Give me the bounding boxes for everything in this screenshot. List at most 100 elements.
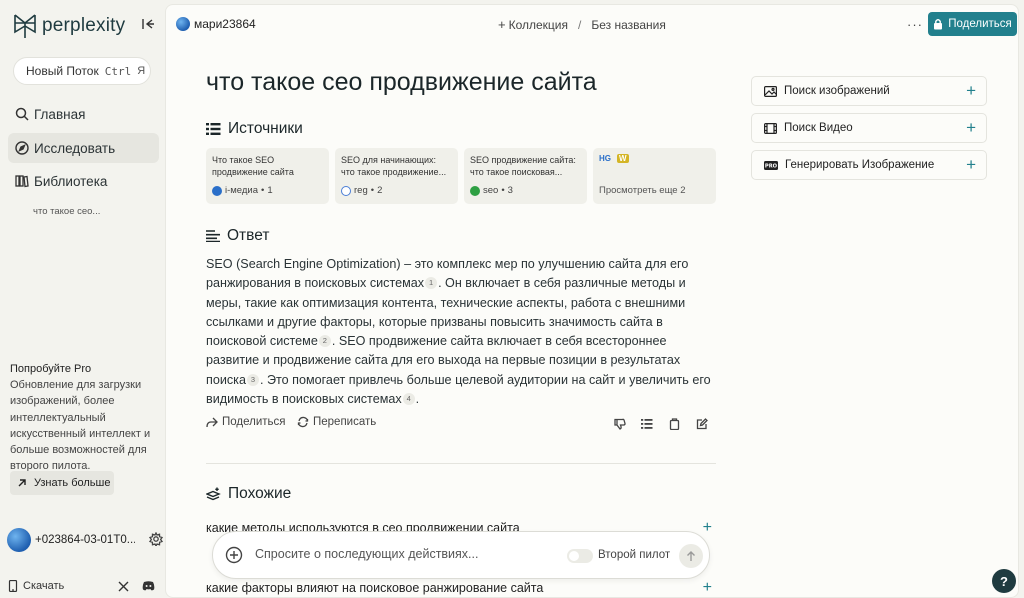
- sidebar-item-discover[interactable]: Исследовать: [8, 133, 159, 163]
- sidebar: perplexity Новый Поток Ctrl Я Главная Ис…: [0, 0, 165, 598]
- question-title: что такое сео продвижение сайта: [206, 68, 597, 96]
- share-answer-button[interactable]: Поделиться: [206, 416, 286, 428]
- brand-name: perplexity: [42, 15, 126, 36]
- view-more-sources-card[interactable]: HG W Просмотреть еще 2: [593, 148, 716, 204]
- arrow-up-right-icon: [18, 479, 26, 487]
- answer-segment: .: [415, 392, 420, 407]
- help-button[interactable]: ?: [992, 569, 1016, 593]
- library-thread-item[interactable]: что такое сео...: [33, 206, 100, 217]
- search-video-card[interactable]: Поиск Видео +: [751, 113, 987, 143]
- more-options-icon[interactable]: ···: [907, 17, 923, 32]
- source-title: SEO для начинающих: что такое продвижени…: [341, 155, 447, 177]
- logo[interactable]: perplexity: [12, 12, 125, 40]
- search-icon: [15, 107, 29, 121]
- source-site: reg: [354, 185, 368, 196]
- plus-icon: +: [966, 118, 976, 137]
- source-number: 3: [507, 185, 513, 196]
- share-answer-label: Поделиться: [222, 416, 286, 428]
- generate-image-label: Генерировать Изображение: [785, 159, 935, 171]
- attach-plus-icon[interactable]: [225, 546, 243, 564]
- citation-badge[interactable]: 3: [246, 373, 259, 386]
- user-account[interactable]: +023864-03-01T0...: [7, 528, 163, 552]
- related-heading-label: Похожие: [228, 485, 292, 502]
- favicon-icon: HG: [599, 154, 611, 163]
- gear-icon[interactable]: [149, 532, 163, 546]
- favicon-icon: [341, 185, 351, 196]
- source-meta: reg • 2: [341, 185, 382, 196]
- sidebar-item-label: Исследовать: [34, 140, 116, 156]
- answer-heading: Ответ: [206, 227, 269, 245]
- plus-icon: +: [498, 17, 506, 32]
- citation-badge[interactable]: 4: [402, 393, 415, 406]
- favicon-icon: [212, 185, 222, 196]
- source-card[interactable]: SEO для начинающих: что такое продвижени…: [335, 148, 458, 204]
- svg-text:PRO: PRO: [765, 163, 778, 169]
- followup-input[interactable]: [255, 547, 545, 561]
- copy-icon[interactable]: [669, 418, 680, 430]
- sources-list: Что такое SEO продвижение сайта i-медиа …: [206, 148, 716, 204]
- rewrite-button[interactable]: Переписать: [297, 416, 376, 428]
- sources-heading-label: Источники: [228, 120, 303, 137]
- x-twitter-icon[interactable]: [118, 581, 129, 592]
- answer-text: SEO (Search Engine Optimization) – это к…: [206, 255, 716, 409]
- source-site: seo: [483, 185, 499, 196]
- source-meta: seo • 3: [470, 185, 513, 196]
- thumbs-down-icon[interactable]: [614, 418, 626, 430]
- shortcut-key-ya: Я: [137, 65, 146, 77]
- source-card[interactable]: Что такое SEO продвижение сайта i-медиа …: [206, 148, 329, 204]
- learn-more-button[interactable]: Узнать больше: [10, 471, 114, 495]
- thread-name[interactable]: Без названия: [591, 18, 666, 32]
- plus-icon: +: [966, 81, 976, 100]
- share-arrow-icon: [206, 417, 218, 427]
- section-divider: [206, 463, 716, 464]
- arrow-up-icon: [687, 550, 695, 561]
- discord-icon[interactable]: [142, 581, 155, 591]
- citation-badge[interactable]: 1: [425, 277, 438, 290]
- favicon-icon: [470, 185, 480, 196]
- copilot-label: Второй пилот: [598, 549, 671, 561]
- send-button[interactable]: [679, 544, 703, 568]
- answer-segment: . Это помогает привлечь больше целевой а…: [206, 372, 711, 407]
- answer-actions: Поделиться Переписать: [206, 416, 716, 434]
- plus-icon: +: [702, 579, 712, 596]
- plus-icon: +: [702, 519, 712, 536]
- related-heading: Похожие: [206, 485, 291, 503]
- search-video-label: Поиск Видео: [784, 122, 853, 134]
- sidebar-footer: Скачать: [8, 578, 158, 594]
- perplexity-logo-icon: [14, 14, 36, 38]
- video-icon: [764, 122, 777, 134]
- generate-image-card[interactable]: PRO Генерировать Изображение +: [751, 150, 987, 180]
- followup-box: Второй пилот: [212, 531, 710, 579]
- search-images-label: Поиск изображений: [784, 85, 890, 97]
- sidebar-item-label: Главная: [34, 106, 86, 122]
- source-number: 1: [267, 185, 273, 196]
- answer-lines-icon: [206, 230, 220, 242]
- search-images-card[interactable]: Поиск изображений +: [751, 76, 987, 106]
- dot-separator: •: [370, 185, 375, 196]
- related-question[interactable]: какие факторы влияют на поисковое ранжир…: [206, 579, 716, 596]
- share-button[interactable]: Поделиться: [928, 12, 1017, 36]
- collapse-sidebar-icon[interactable]: [141, 17, 155, 31]
- avatar: [7, 528, 31, 552]
- image-icon: [764, 85, 777, 97]
- download-link[interactable]: Скачать: [23, 580, 64, 592]
- citation-badge[interactable]: 2: [318, 335, 331, 348]
- pro-badge-icon: PRO: [764, 160, 778, 170]
- source-card[interactable]: SEO продвижение сайта: что такое поисков…: [464, 148, 587, 204]
- thread-author[interactable]: мари23864: [176, 17, 256, 31]
- lock-icon: [934, 19, 943, 30]
- sidebar-item-library[interactable]: Библиотека: [8, 166, 159, 196]
- edit-icon[interactable]: [696, 418, 708, 430]
- copilot-toggle[interactable]: [567, 549, 593, 563]
- refresh-icon: [297, 416, 309, 428]
- source-number: 2: [377, 185, 383, 196]
- sidebar-item-home[interactable]: Главная: [8, 99, 159, 129]
- view-more-label: Просмотреть еще 2: [599, 185, 686, 196]
- list-sources-icon[interactable]: [641, 418, 653, 430]
- collection-link[interactable]: Коллекция: [509, 18, 568, 32]
- user-name: +023864-03-01T0...: [35, 534, 135, 546]
- avatar: [176, 17, 190, 31]
- new-thread-button[interactable]: Новый Поток Ctrl Я: [13, 57, 151, 85]
- favicon-icon: W: [617, 154, 629, 163]
- thread-author-name: мари23864: [194, 17, 256, 31]
